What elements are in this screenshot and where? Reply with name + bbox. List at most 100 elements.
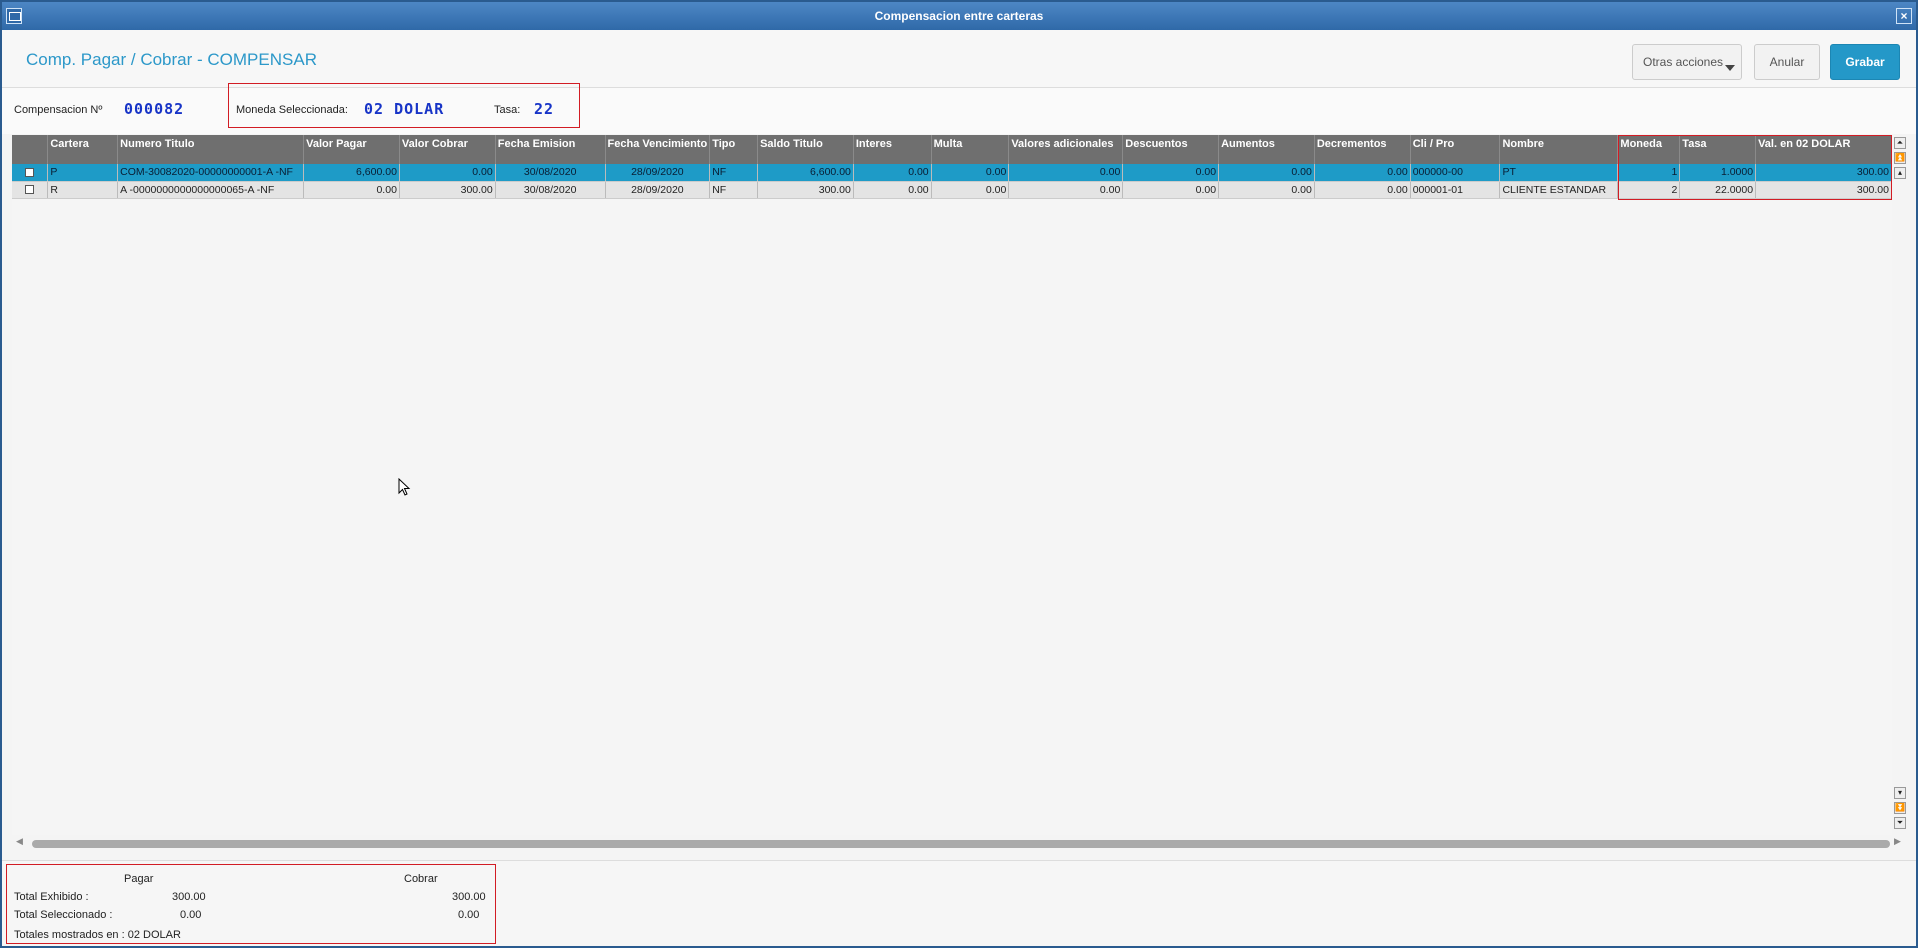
cell-nombre: PT: [1499, 164, 1619, 182]
info-bar: Compensacion Nº 000082 Moneda Selecciona…: [2, 83, 1916, 134]
title-bar: Compensacion entre carteras ×: [2, 2, 1916, 30]
total-seleccionado-label: Total Seleccionado :: [14, 909, 113, 921]
scroll-down-icon[interactable]: ▾: [1894, 787, 1906, 799]
moneda-label: Moneda Seleccionada:: [236, 104, 348, 116]
row-checkbox[interactable]: [12, 164, 49, 182]
cell-numero-titulo: A -0000000000000000065-A -NF: [117, 181, 305, 199]
compensacion-label: Compensacion Nº: [14, 104, 103, 116]
compensacion-number: 000082: [124, 100, 185, 118]
col-descuentos[interactable]: Descuentos: [1122, 135, 1220, 164]
scroll-top-icon[interactable]: ⏶: [1894, 137, 1906, 149]
mouse-cursor-icon: [398, 478, 411, 496]
tasa-value: 22: [534, 100, 555, 118]
scroll-up-icon[interactable]: ▴: [1894, 167, 1906, 179]
cell-fecha-vencimiento: 28/09/2020: [605, 181, 711, 199]
table-header-row: Cartera Numero Titulo Valor Pagar Valor …: [12, 135, 1892, 164]
scroll-left-icon[interactable]: ◀: [16, 836, 23, 847]
cell-descuentos: 0.00: [1122, 181, 1220, 199]
col-cartera[interactable]: Cartera: [47, 135, 119, 164]
vertical-scrollbar[interactable]: ⏶ ⏫ ▴ ▾ ⏬ ⏷: [1892, 135, 1908, 835]
total-seleccionado-cobrar: 0.00: [458, 909, 480, 921]
col-valor-cobrar[interactable]: Valor Cobrar: [399, 135, 496, 164]
totals-pagar-header: Pagar: [124, 873, 154, 885]
scroll-page-down-icon[interactable]: ⏬: [1894, 802, 1906, 814]
col-multa[interactable]: Multa: [931, 135, 1010, 164]
app-icon: [6, 8, 22, 24]
col-valores-adicionales[interactable]: Valores adicionales: [1008, 135, 1124, 164]
checkbox-icon[interactable]: [25, 167, 35, 177]
cell-multa: 0.00: [931, 164, 1010, 182]
cell-tipo: NF: [709, 181, 759, 199]
totals-panel: Pagar Cobrar Total Exhibido : 300.00 300…: [2, 860, 1916, 946]
window-title: Compensacion entre carteras: [874, 9, 1044, 23]
cell-valor-cobrar: 0.00: [399, 164, 496, 182]
row-checkbox[interactable]: [12, 181, 49, 199]
otras-acciones-label: Otras acciones: [1643, 55, 1724, 69]
table-row[interactable]: P COM-30082020-00000000001-A -NF 6,600.0…: [12, 164, 1892, 182]
col-tipo[interactable]: Tipo: [709, 135, 759, 164]
cell-interes: 0.00: [853, 181, 932, 199]
titles-grid: Cartera Numero Titulo Valor Pagar Valor …: [12, 135, 1892, 835]
totals-cobrar-header: Cobrar: [404, 873, 438, 885]
scroll-right-icon[interactable]: ▶: [1894, 836, 1901, 847]
total-exhibido-label: Total Exhibido :: [14, 891, 89, 903]
otras-acciones-button[interactable]: Otras acciones: [1632, 44, 1742, 80]
col-valor-pagar[interactable]: Valor Pagar: [303, 135, 400, 164]
cell-valor-pagar: 0.00: [303, 181, 400, 199]
cell-cli-pro: 000001-01: [1410, 181, 1501, 199]
cell-cli-pro: 000000-00: [1410, 164, 1501, 182]
grabar-button[interactable]: Grabar: [1830, 44, 1900, 80]
cell-fecha-vencimiento: 28/09/2020: [605, 164, 711, 182]
col-fecha-emision[interactable]: Fecha Emision: [495, 135, 606, 164]
cell-saldo-titulo: 6,600.00: [757, 164, 854, 182]
close-icon[interactable]: ×: [1896, 8, 1912, 24]
cell-decrementos: 0.00: [1314, 181, 1411, 199]
anular-button[interactable]: Anular: [1754, 44, 1820, 80]
cell-valor-pagar: 6,600.00: [303, 164, 400, 182]
col-numero-titulo[interactable]: Numero Titulo: [117, 135, 305, 164]
page-title: Comp. Pagar / Cobrar - COMPENSAR: [26, 50, 317, 69]
cell-tipo: NF: [709, 164, 759, 182]
cell-cartera: P: [47, 164, 119, 182]
moneda-value: 02 DOLAR: [364, 100, 445, 118]
cell-descuentos: 0.00: [1122, 164, 1220, 182]
cell-nombre: CLIENTE ESTANDAR: [1499, 181, 1619, 199]
titles-table: Cartera Numero Titulo Valor Pagar Valor …: [12, 135, 1892, 199]
chevron-down-icon: [1725, 65, 1735, 71]
col-saldo-titulo[interactable]: Saldo Titulo: [757, 135, 854, 164]
total-exhibido-pagar: 300.00: [172, 891, 206, 903]
app-window: Compensacion entre carteras × Comp. Paga…: [0, 0, 1918, 948]
col-decrementos[interactable]: Decrementos: [1314, 135, 1411, 164]
cell-multa: 0.00: [931, 181, 1010, 199]
cell-aumentos: 0.00: [1218, 181, 1315, 199]
col-nombre[interactable]: Nombre: [1499, 135, 1619, 164]
total-seleccionado-pagar: 0.00: [180, 909, 202, 921]
cell-valores-adicionales: 0.00: [1008, 181, 1124, 199]
cell-saldo-titulo: 300.00: [757, 181, 854, 199]
cell-valor-cobrar: 300.00: [399, 181, 496, 199]
col-check: [12, 135, 49, 164]
tasa-label: Tasa:: [494, 104, 521, 116]
moneda-columns-highlight-box: [1618, 135, 1892, 200]
cell-decrementos: 0.00: [1314, 164, 1411, 182]
col-cli-pro[interactable]: Cli / Pro: [1410, 135, 1501, 164]
cell-cartera: R: [47, 181, 119, 199]
horizontal-scrollbar[interactable]: ◀ ▶: [12, 836, 1908, 850]
horizontal-scroll-thumb[interactable]: [32, 840, 1890, 848]
col-aumentos[interactable]: Aumentos: [1218, 135, 1315, 164]
total-exhibido-cobrar: 300.00: [452, 891, 486, 903]
cell-fecha-emision: 30/08/2020: [495, 181, 606, 199]
page-header: Comp. Pagar / Cobrar - COMPENSAR Otras a…: [2, 30, 1916, 88]
table-row[interactable]: R A -0000000000000000065-A -NF 0.00 300.…: [12, 181, 1892, 199]
col-interes[interactable]: Interes: [853, 135, 932, 164]
scroll-bottom-icon[interactable]: ⏷: [1894, 817, 1906, 829]
cell-numero-titulo: COM-30082020-00000000001-A -NF: [117, 164, 305, 182]
cell-valores-adicionales: 0.00: [1008, 164, 1124, 182]
cell-fecha-emision: 30/08/2020: [495, 164, 606, 182]
cell-aumentos: 0.00: [1218, 164, 1315, 182]
col-fecha-vencimiento[interactable]: Fecha Vencimiento: [605, 135, 711, 164]
scroll-page-up-icon[interactable]: ⏫: [1894, 152, 1906, 164]
cell-interes: 0.00: [853, 164, 932, 182]
totales-mostrados-label: Totales mostrados en : 02 DOLAR: [14, 929, 181, 941]
checkbox-icon[interactable]: [25, 185, 35, 195]
